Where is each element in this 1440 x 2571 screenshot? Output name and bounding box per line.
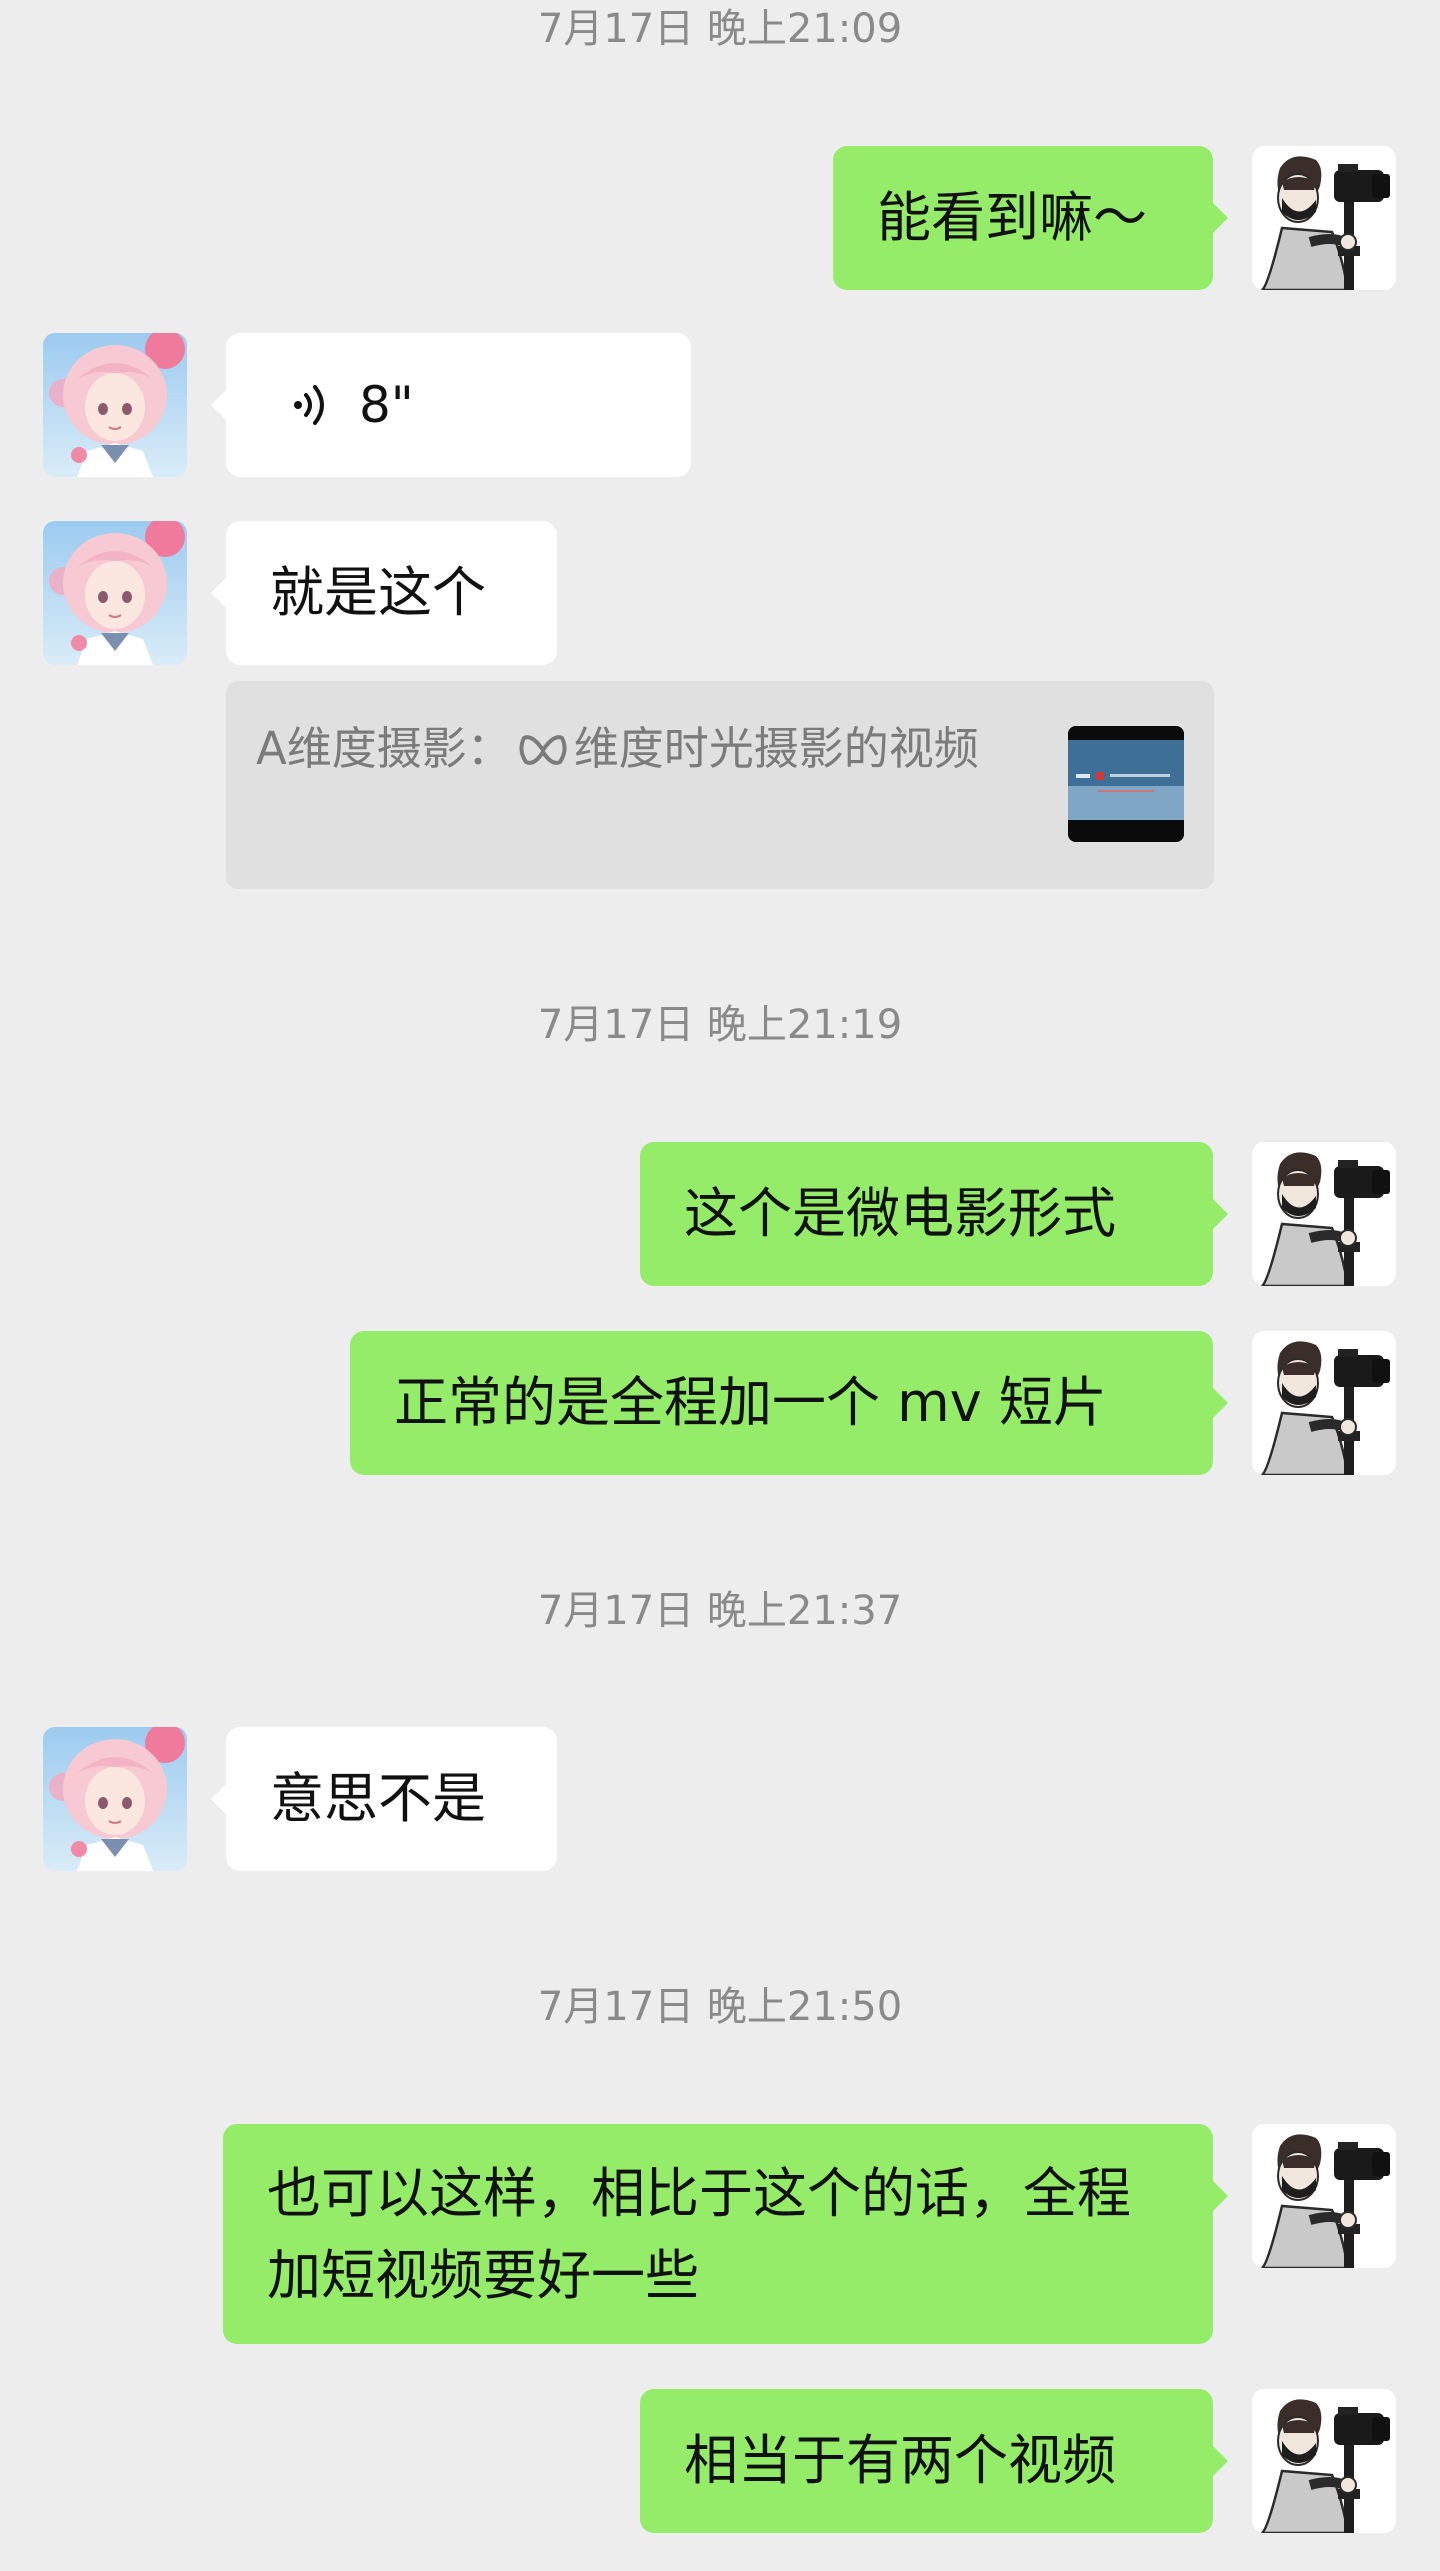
avatar[interactable] [1252,146,1396,290]
received-message-bubble[interactable]: 意思不是 [211,1727,557,1871]
sent-message-bubble[interactable]: 正常的是全程加一个 mv 短片 [350,1331,1228,1475]
avatar[interactable] [1252,1142,1396,1286]
timestamp: 7月17日 晚上21:09 [537,6,903,52]
dimension-logo-icon [519,735,567,765]
photographer-avatar-icon [1252,146,1396,290]
avatar[interactable] [1252,1331,1396,1475]
anime-girl-avatar-icon [43,521,187,665]
quote-title: 维度时光摄影的视频 [573,722,979,775]
sent-message-bubble[interactable]: 相当于有两个视频 [640,2389,1228,2533]
message-text: 也可以这样，相比于这个的话，全程加短视频要好一些 [267,2162,1131,2307]
quote-text-block: A维度摄影： 维度时光摄影的视频 [256,711,1036,787]
avatar[interactable] [1252,2389,1396,2533]
timestamp: 7月17日 晚上21:50 [537,1984,903,2030]
message-text: 就是这个 [270,561,486,624]
photographer-avatar-icon [1252,1331,1396,1475]
sent-message-bubble[interactable]: 能看到嘛～ [833,146,1228,290]
video-thumbnail[interactable] [1068,726,1184,842]
message-text: 意思不是 [270,1767,486,1830]
avatar[interactable] [43,1727,187,1871]
quoted-message[interactable]: A维度摄影： 维度时光摄影的视频 [226,681,1214,889]
voice-duration: 8" [359,376,414,434]
received-message-bubble[interactable]: 就是这个 [211,521,557,665]
quote-prefix: A维度摄影： [256,722,512,775]
sent-message-bubble[interactable]: 也可以这样，相比于这个的话，全程加短视频要好一些 [223,2124,1228,2344]
timestamp: 7月17日 晚上21:37 [537,1588,903,1634]
avatar[interactable] [1252,2124,1396,2268]
photographer-avatar-icon [1252,1142,1396,1286]
message-text: 相当于有两个视频 [684,2429,1116,2492]
message-text: 这个是微电影形式 [684,1182,1116,1245]
video-thumbnail-image [1068,726,1184,842]
voice-message-bubble[interactable]: 8" [211,333,691,477]
sent-message-bubble[interactable]: 这个是微电影形式 [640,1142,1228,1286]
message-text: 正常的是全程加一个 mv 短片 [394,1371,1107,1434]
message-text: 能看到嘛～ [877,186,1147,249]
voice-wave-icon [294,385,324,425]
anime-girl-avatar-icon [43,1727,187,1871]
timestamp: 7月17日 晚上21:19 [537,1002,903,1048]
anime-girl-avatar-icon [43,333,187,477]
photographer-avatar-icon [1252,2389,1396,2533]
photographer-avatar-icon [1252,2124,1396,2268]
avatar[interactable] [43,521,187,665]
avatar[interactable] [43,333,187,477]
